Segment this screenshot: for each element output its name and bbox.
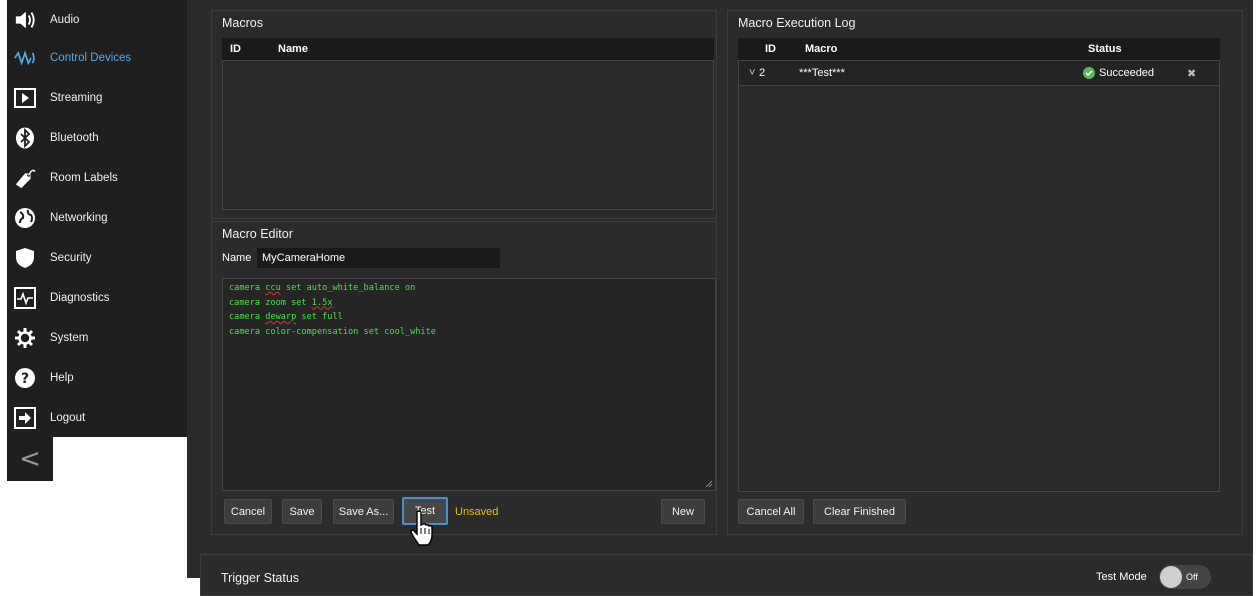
unsaved-status: Unsaved xyxy=(455,506,499,518)
sidebar-collapse-button[interactable]: < xyxy=(7,437,53,481)
sidebar-item-label: Control Devices xyxy=(50,52,132,64)
sidebar-item-diagnostics[interactable]: Diagnostics xyxy=(7,278,187,318)
macro-editor-panel: Macro Editor Name MyCameraHome camera cc… xyxy=(211,221,717,535)
clear-finished-button[interactable]: Clear Finished xyxy=(813,499,906,524)
cancel-button[interactable]: Cancel xyxy=(224,499,272,524)
code-line: camera color-compensation set cool_white xyxy=(229,326,436,337)
sidebar-item-logout[interactable]: Logout xyxy=(7,398,187,438)
sidebar-item-room-labels[interactable]: Room Labels xyxy=(7,158,187,198)
macros-list[interactable] xyxy=(222,60,714,210)
sidebar-item-control-devices[interactable]: Control Devices xyxy=(7,38,187,78)
tag-icon xyxy=(14,167,36,189)
test-mode-toggle[interactable]: Off xyxy=(1159,565,1211,589)
globe-icon xyxy=(14,207,36,229)
macros-table-header: ID Name xyxy=(222,38,714,60)
sidebar: Audio Control Devices Streaming Bluetoot… xyxy=(7,0,187,437)
macro-name-input[interactable]: MyCameraHome xyxy=(257,248,500,268)
signal-waves-icon xyxy=(14,47,36,69)
speaker-icon xyxy=(14,9,36,31)
sidebar-item-label: Networking xyxy=(50,212,108,224)
sidebar-item-label: Streaming xyxy=(50,92,103,104)
sidebar-item-label: Logout xyxy=(50,412,86,424)
code-line: camera zoom set 1.5x xyxy=(229,297,333,308)
remove-icon[interactable]: ✖ xyxy=(1187,67,1196,80)
success-check-icon xyxy=(1083,67,1095,79)
resize-handle-icon[interactable] xyxy=(705,480,713,488)
sidebar-item-label: Security xyxy=(50,252,92,264)
sidebar-item-streaming[interactable]: Streaming xyxy=(7,78,187,118)
question-icon: ? xyxy=(14,367,36,389)
logout-icon xyxy=(14,407,36,429)
sidebar-item-system[interactable]: System xyxy=(7,318,187,358)
trigger-status-panel: Trigger Status Test Mode Off xyxy=(200,554,1253,596)
sidebar-item-label: System xyxy=(50,332,89,344)
column-name: Name xyxy=(278,43,308,55)
hand-cursor-icon xyxy=(410,510,433,546)
log-table-header: ID Macro Status xyxy=(738,38,1220,60)
save-button[interactable]: Save xyxy=(282,499,322,524)
log-title: Macro Execution Log xyxy=(738,16,856,30)
pulse-icon xyxy=(14,287,36,309)
new-button[interactable]: New xyxy=(661,499,705,524)
column-macro: Macro xyxy=(805,43,838,55)
macros-panel: Macros ID Name xyxy=(211,10,717,219)
save-as-button[interactable]: Save As... xyxy=(333,499,394,524)
column-id: ID xyxy=(230,43,241,55)
sidebar-item-label: Help xyxy=(50,372,74,384)
toggle-state: Off xyxy=(1186,572,1198,582)
sidebar-item-label: Room Labels xyxy=(50,172,118,184)
log-list: ˅ 2 ***Test*** Succeeded ✖ xyxy=(738,60,1220,492)
sidebar-item-audio[interactable]: Audio xyxy=(7,0,187,40)
bluetooth-icon xyxy=(14,127,36,149)
editor-title: Macro Editor xyxy=(222,227,293,241)
execution-log-panel: Macro Execution Log ID Macro Status ˅ 2 … xyxy=(727,10,1243,535)
gear-icon xyxy=(14,327,36,349)
test-mode-label: Test Mode xyxy=(1096,571,1147,583)
table-row[interactable]: ˅ 2 ***Test*** Succeeded ✖ xyxy=(739,61,1219,86)
macro-code-editor[interactable]: camera ccu set auto_white_balance on cam… xyxy=(222,278,716,491)
name-label: Name xyxy=(222,252,252,264)
sidebar-item-label: Bluetooth xyxy=(50,132,99,144)
shield-icon xyxy=(14,247,36,269)
macros-title: Macros xyxy=(222,16,263,30)
main-content: Macros ID Name Macro Editor Name MyCamer… xyxy=(187,0,1253,596)
sidebar-item-help[interactable]: ? Help xyxy=(7,358,187,398)
sidebar-item-security[interactable]: Security xyxy=(7,238,187,278)
sidebar-item-networking[interactable]: Networking xyxy=(7,198,187,238)
column-status: Status xyxy=(1088,43,1122,55)
log-row-id: 2 xyxy=(759,67,766,79)
play-box-icon xyxy=(14,87,36,109)
log-row-status: Succeeded xyxy=(1099,67,1155,79)
chevron-left-icon: < xyxy=(19,444,41,474)
log-row-macro: ***Test*** xyxy=(799,67,845,79)
sidebar-item-label: Diagnostics xyxy=(50,292,110,304)
expand-chevron-icon[interactable]: ˅ xyxy=(749,67,759,79)
code-line: camera ccu set auto_white_balance on xyxy=(229,283,416,293)
trigger-title: Trigger Status xyxy=(221,571,300,585)
svg-text:?: ? xyxy=(21,371,29,387)
column-id: ID xyxy=(765,43,776,55)
cancel-all-button[interactable]: Cancel All xyxy=(738,499,804,524)
sidebar-item-bluetooth[interactable]: Bluetooth xyxy=(7,118,187,158)
sidebar-item-label: Audio xyxy=(50,14,80,26)
code-line: camera dewarp set full xyxy=(229,312,343,322)
toggle-knob xyxy=(1160,566,1182,588)
